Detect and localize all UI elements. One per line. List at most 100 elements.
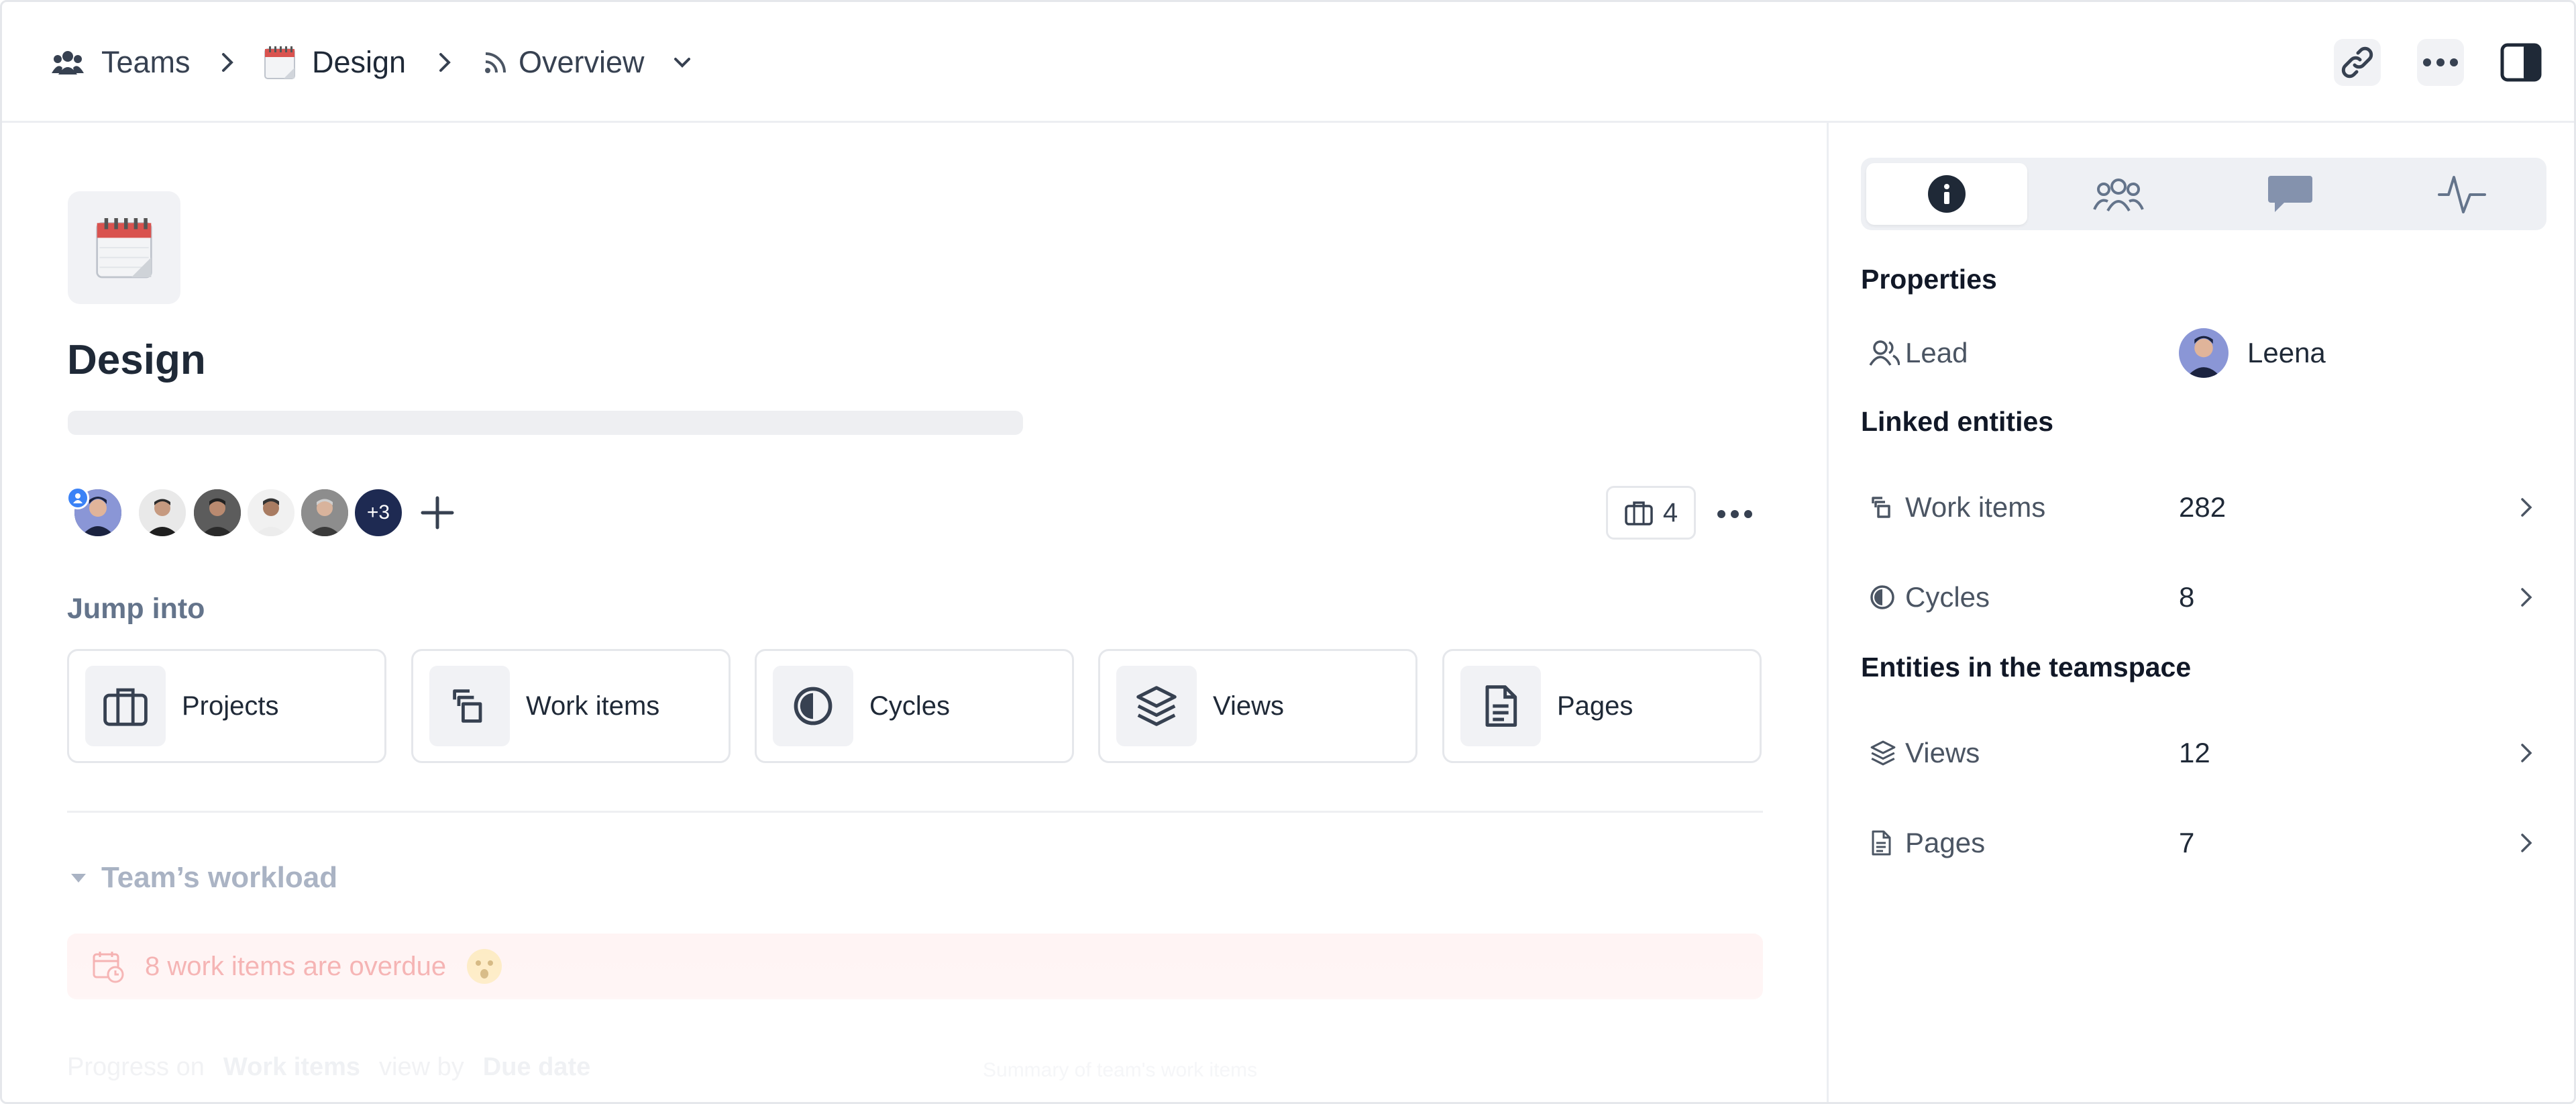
chevron-right-icon (2521, 498, 2532, 517)
chevron-down-icon[interactable] (670, 50, 694, 74)
activity-icon (2438, 176, 2486, 213)
properties-heading: Properties (1861, 264, 1997, 295)
calendar-emoji-icon (96, 218, 152, 279)
jump-card-pages[interactable]: Pages (1442, 649, 1762, 763)
breadcrumb-overview-label: Overview (519, 45, 645, 79)
view-by-dropdown[interactable]: Due date (483, 1053, 590, 1082)
jump-card-cycles[interactable]: Cycles (755, 649, 1074, 763)
avatar-member[interactable] (136, 487, 189, 539)
briefcase-icon (1625, 501, 1653, 525)
calendar-emoji-icon (264, 45, 296, 80)
cycles-value: 8 (2179, 581, 2195, 613)
avatar-member[interactable] (299, 487, 351, 539)
jump-card-work-items[interactable]: Work items (411, 649, 731, 763)
page-icon (1869, 829, 1905, 857)
breadcrumb-team[interactable]: Design (264, 41, 406, 84)
add-member-button[interactable] (411, 487, 464, 539)
jump-card-label: Work items (526, 691, 660, 721)
toggle-sidebar-button[interactable] (2498, 39, 2544, 86)
overdue-banner[interactable]: 8 work items are overdue (67, 934, 1763, 999)
rss-icon (484, 50, 508, 74)
work-items-value: 282 (2179, 491, 2226, 523)
jump-card-label: Cycles (869, 691, 951, 721)
tab-activity[interactable] (2381, 163, 2542, 225)
app-window: Teams Design Overview Design +3 4 Jump i… (0, 0, 2576, 1104)
avatar-member[interactable] (191, 487, 244, 539)
lead-label: Lead (1905, 337, 1968, 368)
page-title: Design (67, 337, 206, 383)
jump-into-heading: Jump into (67, 593, 205, 625)
work-items-icon (1869, 494, 1905, 521)
plus-icon (421, 496, 454, 530)
layers-icon (1116, 666, 1197, 746)
teams-icon (52, 49, 84, 76)
sidebar-tabs (1861, 158, 2546, 230)
breadcrumb-teams-label: Teams (101, 45, 191, 79)
work-items-icon (429, 666, 510, 746)
link-icon (2341, 46, 2373, 79)
section-divider (67, 811, 1763, 813)
pages-label: Pages (1905, 827, 1986, 858)
team-options-button[interactable] (1711, 491, 1758, 538)
progress-on-dropdown[interactable]: Work items (223, 1053, 360, 1082)
linked-entities-heading: Linked entities (1861, 406, 2054, 437)
lead-value: Leena (2247, 337, 2326, 368)
copy-link-button[interactable] (2334, 39, 2381, 86)
cycles-row[interactable]: Cycles 8 (1869, 574, 2540, 621)
chevron-right-icon (222, 53, 233, 72)
ellipsis-icon (2423, 58, 2458, 66)
shocked-emoji-icon (467, 949, 502, 984)
caret-down-icon (71, 874, 86, 883)
jump-card-projects[interactable]: Projects (67, 649, 386, 763)
more-options-button[interactable] (2417, 39, 2464, 86)
work-items-row[interactable]: Work items 282 (1869, 484, 2540, 531)
info-icon (1928, 175, 1966, 213)
details-sidebar: Properties Lead Leena Linked entities Wo… (1827, 123, 2574, 1102)
layers-icon (1869, 739, 1905, 767)
members-icon (2093, 179, 2144, 212)
chevron-right-icon (439, 53, 451, 72)
avatar-member[interactable] (245, 487, 297, 539)
sidebar-panel-icon (2500, 43, 2542, 82)
breadcrumb-overview[interactable]: Overview (484, 41, 694, 84)
ellipsis-icon (1717, 510, 1752, 518)
work-items-label: Work items (1905, 491, 2046, 523)
breadcrumb-team-label: Design (312, 45, 407, 79)
overdue-text: 8 work items are overdue (145, 951, 447, 981)
team-logo[interactable] (68, 191, 180, 304)
description-placeholder[interactable] (68, 411, 1023, 435)
tab-info[interactable] (1866, 163, 2027, 225)
page-icon (1460, 666, 1541, 746)
comment-icon (2268, 176, 2312, 212)
views-row[interactable]: Views 12 (1869, 730, 2540, 776)
jump-card-label: Projects (182, 691, 279, 721)
jump-card-label: Pages (1557, 691, 1633, 721)
avatar (2179, 328, 2229, 378)
pages-value: 7 (2179, 827, 2195, 858)
chevron-right-icon (2521, 588, 2532, 607)
pages-row[interactable]: Pages 7 (1869, 819, 2540, 866)
workload-toggle[interactable]: Team’s workload (69, 861, 337, 895)
cycle-icon (1869, 584, 1905, 611)
workload-title: Team’s workload (101, 861, 338, 894)
chevron-right-icon (2521, 834, 2532, 852)
views-label: Views (1905, 737, 1980, 768)
tab-members[interactable] (2038, 163, 2199, 225)
calendar-clock-icon (93, 952, 124, 983)
views-value: 12 (2179, 737, 2210, 768)
projects-count: 4 (1662, 497, 1678, 528)
progress-on-label: Progress on (67, 1053, 205, 1081)
view-by-label: view by (379, 1053, 464, 1081)
projects-count-button[interactable]: 4 (1606, 486, 1696, 540)
tab-comments[interactable] (2210, 163, 2371, 225)
more-members-badge[interactable]: +3 (352, 487, 405, 539)
top-header: Teams Design Overview (2, 2, 2574, 123)
chevron-right-icon (2521, 744, 2532, 762)
progress-controls: Progress on Work items view by Due date (67, 1053, 590, 1082)
jump-card-views[interactable]: Views (1098, 649, 1417, 763)
cycles-label: Cycles (1905, 581, 1990, 613)
breadcrumb-teams[interactable]: Teams (52, 41, 191, 84)
lead-row[interactable]: Lead Leena (1869, 328, 2540, 378)
lead-badge-icon (66, 487, 89, 509)
teamspace-entities-heading: Entities in the teamspace (1861, 652, 2192, 683)
